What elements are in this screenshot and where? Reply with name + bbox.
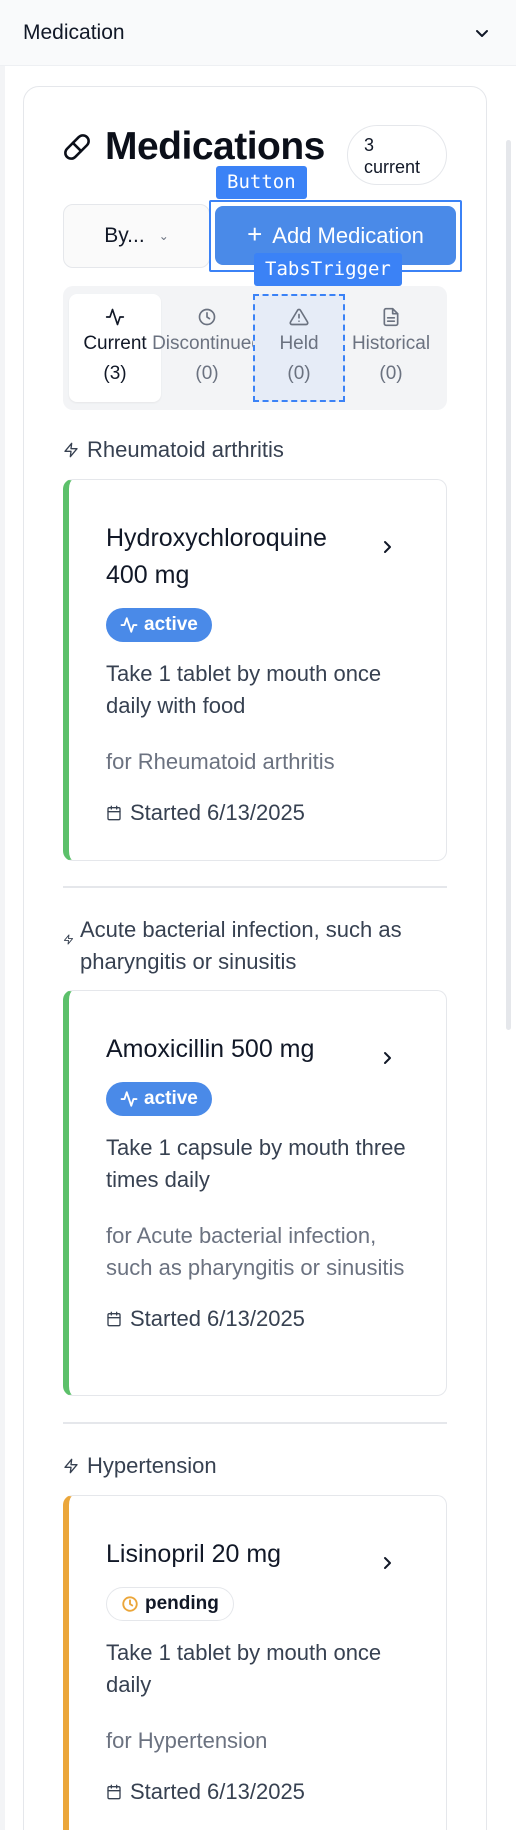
- section-title: Medication: [23, 20, 125, 44]
- plus-icon: +: [247, 219, 263, 249]
- sort-select-value: By...: [104, 224, 145, 247]
- scrollbar[interactable]: [506, 140, 511, 1030]
- warning-icon: [289, 308, 309, 326]
- medication-indication: for Hypertension: [106, 1728, 268, 1753]
- medication-instructions: Take 1 tablet by mouth once daily: [106, 1640, 382, 1697]
- tab-label: Held: [279, 333, 319, 354]
- card-header: Medications: [63, 125, 325, 169]
- medication-name: Amoxicillin 500 mg: [106, 1035, 315, 1063]
- chevron-right-icon[interactable]: [380, 1556, 394, 1570]
- chevron-down-icon: ⌄: [158, 229, 169, 243]
- medication-instructions: Take 1 capsule by mouth three times dail…: [106, 1135, 406, 1192]
- tabstrigger-devtool-tag: TabsTrigger: [254, 253, 402, 286]
- chevron-right-icon[interactable]: [380, 540, 394, 554]
- medication-card[interactable]: Amoxicillin 500 mg active Take 1 capsule…: [63, 990, 447, 1396]
- group-label-text: Rheumatoid arthritis: [87, 437, 284, 462]
- tab-discontinued[interactable]: Discontinued (0): [152, 294, 262, 402]
- card-title: Medications: [105, 125, 325, 168]
- medication-instructions: Take 1 tablet by mouth once daily with f…: [106, 661, 382, 718]
- indication-group-label: Rheumatoid arthritis: [63, 434, 284, 466]
- group-label-text: Hypertension: [87, 1453, 217, 1478]
- medication-tabs: Current (3) Discontinued (0) Held (0) Hi…: [63, 286, 447, 410]
- start-date-text: Started 6/13/2025: [130, 1779, 305, 1804]
- medication-indication: for Acute bacterial infection, such as p…: [106, 1223, 405, 1280]
- medication-name: Hydroxychloroquine 400 mg: [106, 524, 327, 589]
- count-label: current: [364, 157, 421, 177]
- tab-historical[interactable]: Historical (0): [345, 294, 437, 402]
- tab-count: (3): [103, 363, 127, 384]
- tab-label: Historical: [351, 333, 431, 354]
- tab-count: (0): [287, 363, 311, 384]
- activity-icon: [105, 308, 125, 326]
- indication-group-label: Hypertension: [63, 1450, 217, 1482]
- tab-current[interactable]: Current (3): [69, 294, 161, 402]
- tab-label: Current: [83, 333, 147, 354]
- current-count-badge: 3 current: [347, 125, 447, 185]
- activity-icon: [120, 617, 138, 633]
- pill-icon: [64, 134, 90, 160]
- chevron-down-icon[interactable]: [472, 23, 492, 43]
- group-divider: [63, 1422, 447, 1424]
- group-label-text: Acute bacterial infection, such as phary…: [80, 917, 402, 974]
- section-header[interactable]: Medication: [0, 0, 516, 66]
- tab-count: (0): [195, 363, 219, 384]
- zap-icon: [63, 934, 74, 945]
- group-divider: [63, 886, 447, 888]
- status-badge: active: [106, 1082, 212, 1116]
- tab-label: Discontinued: [152, 333, 262, 354]
- status-label: pending: [145, 1593, 219, 1614]
- zap-icon: [64, 442, 78, 458]
- document-icon: [383, 307, 399, 327]
- sort-select[interactable]: By... ⌄: [63, 204, 210, 268]
- tab-count: (0): [379, 363, 403, 384]
- status-label: active: [144, 614, 198, 635]
- status-badge: active: [106, 608, 212, 642]
- indication-group-label: Acute bacterial infection, such as phary…: [63, 914, 447, 978]
- clock-icon: [198, 308, 216, 326]
- chevron-right-icon[interactable]: [380, 1051, 394, 1065]
- activity-icon: [120, 1091, 138, 1107]
- calendar-icon: [107, 1784, 121, 1800]
- calendar-icon: [107, 805, 121, 821]
- medication-card[interactable]: Hydroxychloroquine 400 mg active Take 1 …: [63, 479, 447, 861]
- status-badge: pending: [106, 1587, 234, 1621]
- medication-card[interactable]: Lisinopril 20 mg pending Take 1 tablet b…: [63, 1495, 447, 1830]
- zap-icon: [64, 1458, 78, 1474]
- start-date: Started 6/13/2025: [106, 1779, 446, 1805]
- start-date: Started 6/13/2025: [106, 800, 446, 826]
- left-rail: [0, 66, 5, 1830]
- medication-name: Lisinopril 20 mg: [106, 1540, 282, 1568]
- start-date-text: Started 6/13/2025: [130, 1306, 305, 1331]
- status-label: active: [144, 1088, 198, 1109]
- button-devtool-tag: Button: [216, 166, 307, 199]
- calendar-icon: [107, 1311, 121, 1327]
- count-number: 3: [364, 135, 375, 155]
- clock-icon: [122, 1596, 138, 1612]
- add-medication-label: Add Medication: [272, 222, 424, 248]
- start-date-text: Started 6/13/2025: [130, 800, 305, 825]
- start-date: Started 6/13/2025: [106, 1306, 446, 1332]
- tab-held[interactable]: Held (0): [253, 294, 345, 402]
- medication-indication: for Rheumatoid arthritis: [106, 749, 335, 774]
